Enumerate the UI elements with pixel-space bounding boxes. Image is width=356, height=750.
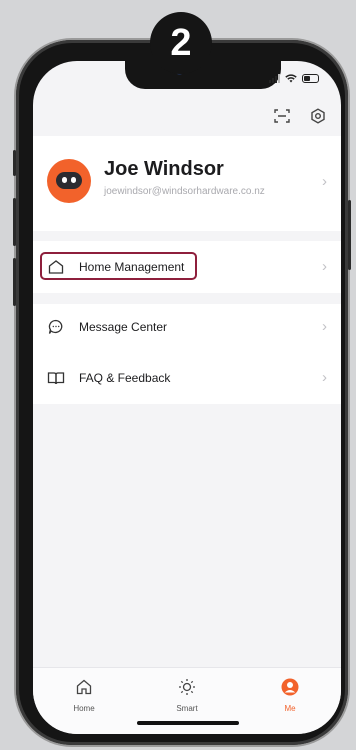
settings-icon[interactable] <box>309 107 327 125</box>
phone-side-button <box>13 150 16 176</box>
book-icon <box>47 372 65 385</box>
wifi-icon <box>285 74 297 83</box>
menu-label: Home Management <box>79 260 185 274</box>
menu-label: FAQ & Feedback <box>79 371 171 385</box>
chevron-right-icon: › <box>322 258 327 275</box>
avatar <box>47 159 91 203</box>
tab-me[interactable]: Me <box>260 678 320 713</box>
menu-label: Message Center <box>79 320 168 334</box>
home-icon <box>48 260 64 274</box>
battery-icon <box>302 74 319 83</box>
menu-item-faq-feedback[interactable]: FAQ & Feedback › <box>33 358 341 398</box>
notch <box>125 61 281 89</box>
top-actions <box>273 107 327 125</box>
tab-home[interactable]: Home <box>54 678 114 713</box>
home-section: Home Management › <box>33 241 341 293</box>
phone-side-button <box>13 258 16 306</box>
chevron-right-icon: › <box>322 318 327 335</box>
home-icon <box>76 679 92 695</box>
signal-icon <box>269 74 280 83</box>
app-screen: Joe Windsor joewindsor@windsorhardware.c… <box>33 61 341 734</box>
menu-item-home-management[interactable]: Home Management › <box>33 247 341 287</box>
tab-label: Home <box>73 704 95 713</box>
tab-smart[interactable]: Smart <box>157 678 217 713</box>
profile-card[interactable]: Joe Windsor joewindsor@windsorhardware.c… <box>33 136 341 231</box>
sun-icon <box>179 679 195 695</box>
home-indicator <box>137 721 239 725</box>
phone-side-button <box>13 198 16 246</box>
tab-label: Smart <box>176 704 198 713</box>
support-section: Message Center › FAQ & Feedback › <box>33 304 341 404</box>
user-name: Joe Windsor <box>104 158 224 180</box>
chevron-right-icon: › <box>322 173 327 190</box>
status-bar <box>269 74 319 83</box>
step-number-badge: 2 <box>150 12 212 74</box>
user-email: joewindsor@windsorhardware.co.nz <box>104 186 265 197</box>
chevron-right-icon: › <box>322 369 327 386</box>
robot-icon <box>56 172 82 189</box>
menu-item-message-center[interactable]: Message Center › <box>33 307 341 347</box>
phone-side-button <box>348 200 351 270</box>
scan-icon[interactable] <box>273 107 291 125</box>
message-icon <box>48 319 63 334</box>
tab-label: Me <box>284 704 296 713</box>
user-icon <box>281 678 299 696</box>
